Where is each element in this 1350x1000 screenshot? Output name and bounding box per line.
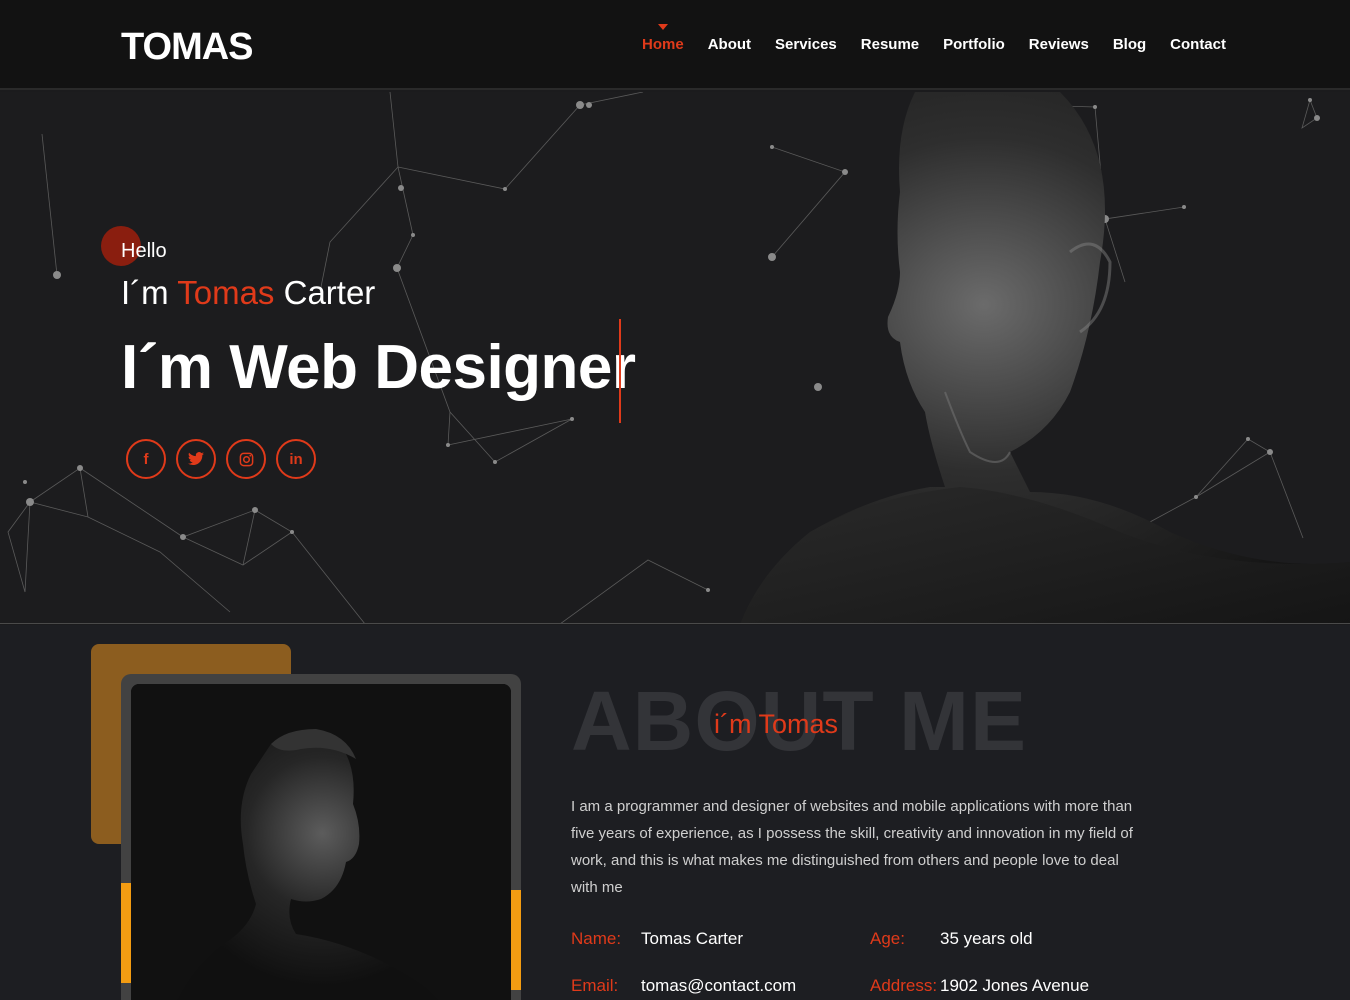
hero-portrait-image: [740, 92, 1350, 623]
hero-name-line: I´m Tomas Carter: [121, 274, 375, 312]
info-age: Age: 35 years old: [870, 929, 1033, 949]
about-decor-bar-left: [121, 883, 131, 983]
social-links: f in: [126, 439, 326, 479]
info-age-key: Age:: [870, 929, 905, 948]
info-name: Name: Tomas Carter: [571, 929, 743, 949]
about-portrait-image: [131, 684, 511, 1000]
hero-greeting: Hello: [121, 240, 167, 262]
info-name-value: Tomas Carter: [641, 929, 744, 948]
about-subtitle: i´m Tomas: [714, 709, 839, 739]
twitter-icon[interactable]: [176, 439, 216, 479]
nav-blog[interactable]: Blog: [1113, 36, 1146, 53]
nav-services[interactable]: Services: [775, 36, 837, 53]
hero-im-prefix: I´m: [121, 274, 169, 311]
nav-about[interactable]: About: [708, 36, 751, 53]
about-description: I am a programmer and designer of websit…: [571, 798, 1133, 896]
linkedin-icon[interactable]: in: [276, 439, 316, 479]
nav-portfolio[interactable]: Portfolio: [943, 36, 1005, 53]
twitter-bird-glyph: [188, 452, 204, 466]
typing-cursor: [619, 319, 621, 423]
info-address: Address: 1902 Jones Avenue: [870, 976, 1089, 996]
nav-resume[interactable]: Resume: [861, 36, 919, 53]
site-logo[interactable]: TOMAS: [121, 26, 254, 69]
nav-contact[interactable]: Contact: [1170, 36, 1226, 53]
info-name-key: Name:: [571, 929, 622, 948]
info-email: Email: tomas@contact.com: [571, 976, 796, 996]
hero-last-name: Carter: [283, 274, 376, 311]
info-address-value: 1902 Jones Avenue: [940, 976, 1090, 995]
about-decor-bar-right: [511, 890, 521, 990]
info-address-key: Address:: [870, 976, 938, 995]
about-section: ABOUT ME i´m Tomas I am a programmer and…: [0, 625, 1350, 1000]
nav-home[interactable]: Home: [642, 24, 684, 53]
about-portrait-silhouette: [131, 684, 511, 1000]
info-age-value: 35 years old: [940, 929, 1033, 948]
main-nav: Home About Services Resume Portfolio Rev…: [618, 24, 1226, 53]
hero-section: Hello I´m Tomas Carter I´m Web Designer …: [0, 92, 1350, 624]
site-header: TOMAS Home About Services Resume Portfol…: [0, 0, 1350, 90]
info-email-key: Email:: [571, 976, 619, 995]
nav-reviews[interactable]: Reviews: [1029, 36, 1089, 53]
info-email-value: tomas@contact.com: [641, 976, 797, 995]
facebook-icon[interactable]: f: [126, 439, 166, 479]
hero-first-name: Tomas: [177, 274, 275, 311]
instagram-camera-glyph: [239, 452, 253, 466]
hero-role-title: I´m Web Designer: [121, 333, 636, 402]
instagram-icon[interactable]: [226, 439, 266, 479]
